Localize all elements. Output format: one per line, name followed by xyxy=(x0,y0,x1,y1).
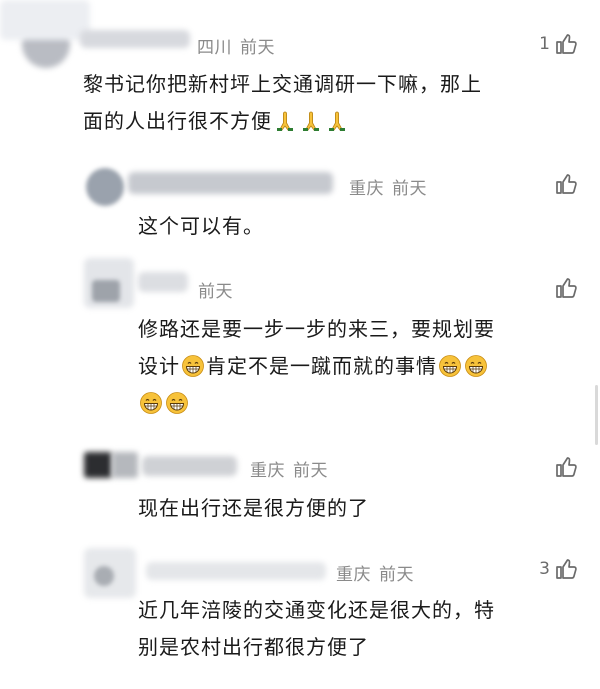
comment-text: 这个可以有。 xyxy=(138,208,578,245)
comment-meta: 前天 xyxy=(198,277,233,302)
emoji-line xyxy=(138,385,583,422)
comment-list: 四川 前天 1 黎书记你把新村坪上交通调研一下嘛，那上 面的人出行很不方便 重庆前… xyxy=(0,0,600,689)
grinning-face-emoji-icon xyxy=(140,392,162,414)
comment-line: 别是农村出行都很方便了 xyxy=(138,635,369,659)
comment-meta: 重庆 前天 xyxy=(336,560,414,585)
username-blurred[interactable] xyxy=(146,562,326,580)
username-blurred[interactable] xyxy=(128,172,333,194)
comment-line: 这个可以有。 xyxy=(138,214,264,238)
comment-line-with-emoji: 面的人出行很不方便 xyxy=(83,103,593,140)
scrollbar[interactable] xyxy=(595,385,598,445)
like-button[interactable] xyxy=(554,276,578,300)
thumbs-up-icon xyxy=(554,557,578,581)
comment-meta: 重庆 前天 xyxy=(250,456,328,481)
username-blurred[interactable] xyxy=(80,30,190,48)
like-count: 1 xyxy=(539,34,550,54)
grinning-face-emoji-icon xyxy=(166,392,188,414)
comment-time: 前天 xyxy=(198,282,233,302)
thumbs-up-icon xyxy=(554,276,578,300)
comment-text: 现在出行还是很方便的了 xyxy=(138,490,578,527)
folded-hands-emoji-icon xyxy=(329,111,345,131)
comment-line-with-emoji: 设计 肯定不是一蹴而就的事情 xyxy=(138,348,583,385)
like-button[interactable] xyxy=(554,172,578,196)
username-blurred[interactable] xyxy=(142,456,237,476)
like-button[interactable] xyxy=(554,455,578,479)
like-count: 3 xyxy=(539,559,550,579)
comment-location: 四川 xyxy=(197,38,232,58)
user-avatar-blurred[interactable] xyxy=(84,452,112,478)
comment-line: 近几年涪陵的交通变化还是很大的，特 xyxy=(138,598,495,622)
grinning-face-emoji-icon xyxy=(465,355,487,377)
user-avatar-blurred[interactable] xyxy=(94,566,114,586)
comment-line: 修路还是要一步一步的来三，要规划要 xyxy=(138,317,495,341)
comment-location: 重庆 xyxy=(250,461,285,481)
comment-line: 黎书记你把新村坪上交通调研一下嘛，那上 xyxy=(83,72,482,96)
username-blurred[interactable] xyxy=(138,272,188,292)
comment-text: 近几年涪陵的交通变化还是很大的，特 别是农村出行都很方便了 xyxy=(138,592,588,666)
comment-time: 前天 xyxy=(240,38,275,58)
folded-hands-emoji-icon xyxy=(303,111,319,131)
comment-line: 设计 xyxy=(138,354,180,378)
thumbs-up-icon xyxy=(554,172,578,196)
folded-hands-emoji-icon xyxy=(277,111,293,131)
like-button[interactable]: 3 xyxy=(539,557,578,581)
thumbs-up-icon xyxy=(554,32,578,56)
comment-meta: 四川 前天 xyxy=(197,33,275,58)
user-avatar-blurred[interactable] xyxy=(92,280,120,302)
comment-text: 黎书记你把新村坪上交通调研一下嘛，那上 面的人出行很不方便 xyxy=(83,66,593,140)
comment-location: 重庆 xyxy=(349,179,384,199)
comment-line: 肯定不是一蹴而就的事情 xyxy=(206,354,437,378)
username-blurred[interactable] xyxy=(0,0,90,40)
comment-time: 前天 xyxy=(293,461,328,481)
grinning-face-emoji-icon xyxy=(439,355,461,377)
user-avatar-blurred[interactable] xyxy=(112,452,138,478)
comment-line: 面的人出行很不方便 xyxy=(83,109,272,133)
like-button[interactable]: 1 xyxy=(539,32,578,56)
comment-text: 修路还是要一步一步的来三，要规划要 设计 肯定不是一蹴而就的事情 xyxy=(138,311,583,422)
comment-location: 重庆 xyxy=(336,565,371,585)
comment-time: 前天 xyxy=(379,565,414,585)
thumbs-up-icon xyxy=(554,455,578,479)
comment-time: 前天 xyxy=(392,179,427,199)
user-avatar-blurred[interactable] xyxy=(86,168,124,206)
grinning-face-emoji-icon xyxy=(182,355,204,377)
comment-line: 现在出行还是很方便的了 xyxy=(138,496,369,520)
comment-meta: 重庆 前天 xyxy=(349,174,427,199)
